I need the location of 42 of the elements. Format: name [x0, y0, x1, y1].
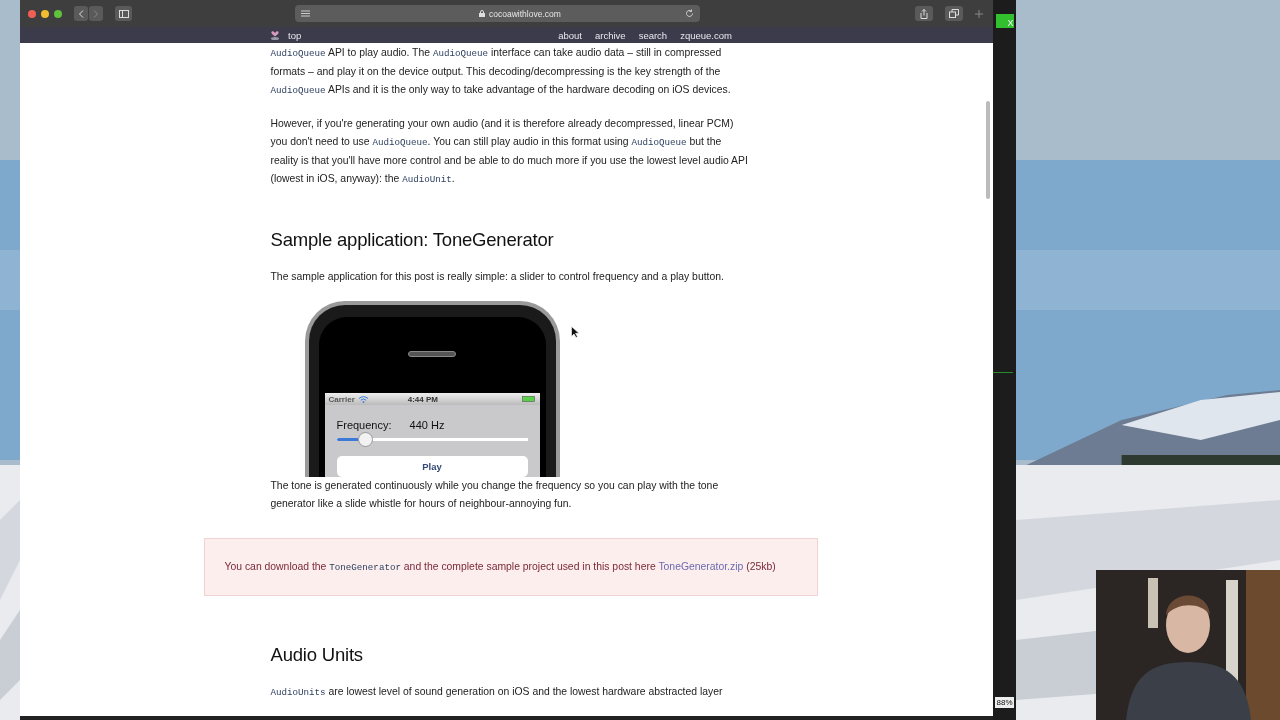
reader-icon	[301, 10, 310, 17]
slider-thumb[interactable]	[357, 432, 373, 447]
logo-icon	[270, 30, 280, 40]
reload-icon[interactable]	[685, 9, 694, 18]
new-tab-icon[interactable]	[975, 9, 983, 18]
close-window-button[interactable]	[28, 9, 36, 18]
frequency-reading: 440 Hz	[409, 419, 445, 431]
section-heading: Audio Units	[270, 643, 364, 667]
phone-time: 4:44 PM	[407, 394, 439, 404]
address-bar[interactable]: cocoawithlove.com	[295, 5, 700, 22]
phone-earpiece	[408, 351, 456, 357]
nav-link[interactable]: archive	[595, 29, 626, 41]
nav-link[interactable]: zqueue.com	[680, 29, 732, 41]
mouse-pointer-icon	[571, 326, 579, 338]
scrollbar[interactable]	[986, 101, 990, 199]
lock-icon	[479, 10, 485, 17]
maximize-window-button[interactable]	[54, 9, 62, 18]
url-text: cocoawithlove.com	[489, 8, 562, 19]
note-text: You can download the ToneGenerator and the complete sample project used in this post here ToneGenerator.zip (25kb)	[224, 561, 776, 573]
tabs-icon	[949, 9, 959, 18]
sidebar-icon	[118, 9, 129, 18]
battery-icon	[521, 396, 536, 402]
nav-link[interactable]: search	[638, 29, 668, 41]
paragraph: The sample application for this post is really simple: a slider to control frequency and a play button.	[270, 270, 725, 284]
share-icon	[920, 8, 928, 19]
frequency-label: Frequency:	[336, 419, 392, 431]
sidebar-button[interactable]	[115, 6, 132, 21]
tabs-button[interactable]	[945, 6, 963, 21]
minimize-window-button[interactable]	[41, 9, 49, 18]
nav-link[interactable]: about	[558, 29, 582, 41]
home-link[interactable]: top	[288, 29, 302, 41]
section-heading: Sample application: ToneGenerator	[270, 228, 555, 252]
paragraph: AudioQueue API to play audio. The AudioQueue interface can take audio data – still in compressed formats – and play it on the device output. This decoding/decompressing is the key strength of the AudioQueue APIs and it is the only way to take advantage of the hardware decoding on iOS devices.	[270, 46, 732, 98]
carrier-label: Carrier	[328, 394, 355, 404]
paragraph: The tone is generated continuously while you change the frequency so you can play with the tone generator like a slide whistle for hours of neighbour-annoying fun.	[270, 479, 720, 511]
wifi-icon	[358, 395, 368, 403]
play-button[interactable]: Play	[336, 456, 528, 477]
share-button[interactable]	[915, 6, 933, 21]
download-link[interactable]: ToneGenerator.zip	[658, 561, 744, 572]
back-button[interactable]	[74, 6, 88, 21]
zoom-label: 88%	[995, 697, 1014, 708]
paragraph: AudioUnits are lowest level of sound generation on iOS and the lowest hardware abstracted layer	[270, 685, 724, 700]
